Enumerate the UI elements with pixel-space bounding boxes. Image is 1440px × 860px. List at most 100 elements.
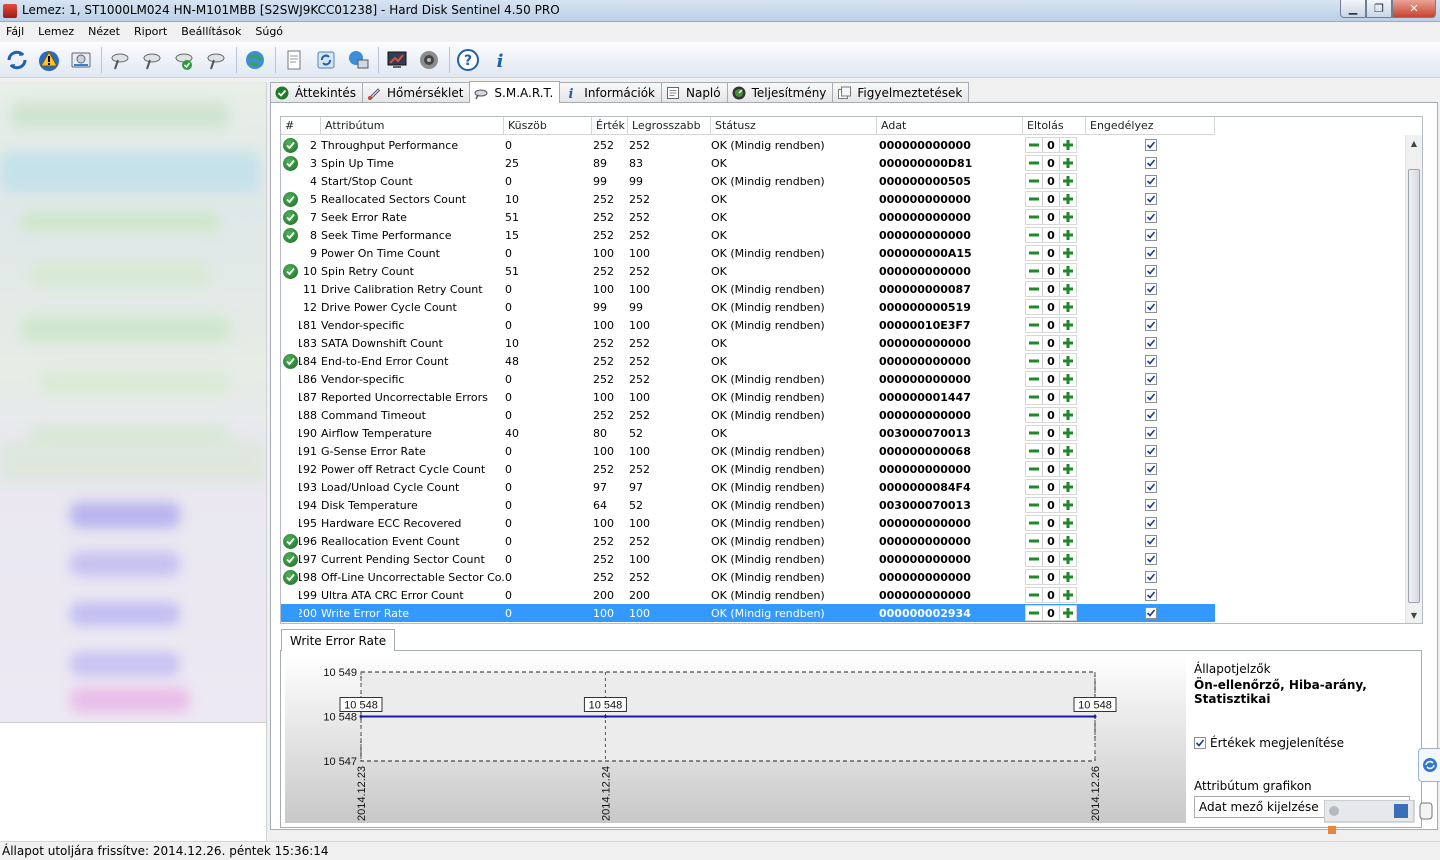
plus-icon[interactable] [1060, 372, 1076, 386]
enabled-checkbox[interactable] [1144, 301, 1157, 313]
minus-icon[interactable] [1026, 498, 1042, 512]
scroll-thumb[interactable] [1408, 169, 1420, 603]
minus-icon[interactable] [1026, 588, 1042, 602]
enabled-checkbox[interactable] [1144, 265, 1157, 277]
plus-icon[interactable] [1060, 408, 1076, 422]
minimize-button[interactable]: ▁ [1340, 0, 1366, 18]
help-button[interactable]: ? [453, 45, 483, 75]
alert-button[interactable] [34, 45, 64, 75]
table-row[interactable]: 183SATA Downshift Count10252252OK0000000… [281, 334, 1215, 352]
offset-stepper[interactable]: 0 [1025, 335, 1077, 351]
col-offset[interactable]: Eltolás [1023, 117, 1086, 135]
offset-value[interactable]: 0 [1042, 462, 1060, 476]
minus-icon[interactable] [1026, 444, 1042, 458]
offset-stepper[interactable]: 0 [1025, 425, 1077, 441]
offset-value[interactable]: 0 [1042, 408, 1060, 422]
plus-icon[interactable] [1060, 552, 1076, 566]
enabled-checkbox[interactable] [1144, 193, 1157, 205]
minus-icon[interactable] [1026, 408, 1042, 422]
disk-tool-button-1[interactable] [105, 45, 135, 75]
offset-value[interactable]: 0 [1042, 534, 1060, 548]
enabled-checkbox[interactable] [1144, 247, 1157, 259]
offset-stepper[interactable]: 0 [1025, 155, 1077, 171]
offset-stepper[interactable]: 0 [1025, 209, 1077, 225]
enabled-checkbox[interactable] [1144, 553, 1157, 565]
minus-icon[interactable] [1026, 210, 1042, 224]
offset-stepper[interactable]: 0 [1025, 299, 1077, 315]
menu-disk[interactable]: Lemez [36, 22, 80, 42]
offset-value[interactable]: 0 [1042, 372, 1060, 386]
chart-tab[interactable]: Write Error Rate [281, 629, 396, 651]
offset-value[interactable]: 0 [1042, 552, 1060, 566]
table-row[interactable]: 193 Load/Unload Cycle Count 0 97 97 OK (Mindi… [281, 478, 1215, 496]
enabled-checkbox[interactable] [1144, 157, 1157, 169]
offset-value[interactable]: 0 [1042, 570, 1060, 584]
enabled-checkbox[interactable] [1144, 607, 1157, 619]
sound-button[interactable] [414, 45, 444, 75]
offset-stepper[interactable]: 0 [1025, 137, 1077, 153]
offset-stepper[interactable]: 0 [1025, 389, 1077, 405]
table-row[interactable]: 10 Spin Retry Count 51 252 252 OK 000000000000… [281, 262, 1215, 280]
offset-stepper[interactable]: 0 [1025, 461, 1077, 477]
plus-icon[interactable] [1060, 210, 1076, 224]
col-value[interactable]: Érték [592, 117, 628, 135]
minus-icon[interactable] [1026, 336, 1042, 350]
minus-icon[interactable] [1026, 300, 1042, 314]
minus-icon[interactable] [1026, 570, 1042, 584]
menu-report[interactable]: Riport [132, 22, 173, 42]
offset-stepper[interactable]: 0 [1025, 173, 1077, 189]
table-row[interactable]: 4 Start/Stop Count 0 99 99 OK (Mindig rendben… [281, 172, 1215, 190]
disk-check-button[interactable] [169, 45, 199, 75]
disk-tool-button-3[interactable] [201, 45, 231, 75]
offset-value[interactable]: 0 [1042, 282, 1060, 296]
enabled-checkbox[interactable] [1144, 463, 1157, 475]
disk-button[interactable] [66, 45, 96, 75]
offset-value[interactable]: 0 [1042, 354, 1060, 368]
offset-stepper[interactable]: 0 [1025, 497, 1077, 513]
col-worst[interactable]: Legrosszabb [628, 117, 711, 135]
table-row[interactable]: 199 Ultra ATA CRC Error Count 0 200 200 OK (M… [281, 586, 1215, 604]
enabled-checkbox[interactable] [1144, 409, 1157, 421]
col-enabled[interactable]: Engedélyez [1086, 117, 1215, 135]
offset-value[interactable]: 0 [1042, 210, 1060, 224]
offset-value[interactable]: 0 [1042, 138, 1060, 152]
offset-stepper[interactable]: 0 [1025, 191, 1077, 207]
enabled-checkbox[interactable] [1144, 481, 1157, 493]
offset-stepper[interactable]: 0 [1025, 605, 1077, 621]
web-button[interactable] [240, 45, 270, 75]
offset-stepper[interactable]: 0 [1025, 227, 1077, 243]
network-button[interactable] [343, 45, 373, 75]
plus-icon[interactable] [1060, 444, 1076, 458]
offset-value[interactable]: 0 [1042, 516, 1060, 530]
offset-value[interactable]: 0 [1042, 588, 1060, 602]
enabled-checkbox[interactable] [1144, 517, 1157, 529]
table-row[interactable]: 194 Disk Temperature 0 64 52 OK (Mindig rendb… [281, 496, 1215, 514]
plus-icon[interactable] [1060, 318, 1076, 332]
offset-value[interactable]: 0 [1042, 390, 1060, 404]
disk-tool-button-2[interactable] [137, 45, 167, 75]
table-row[interactable]: 181 Vendor-specific 0 100 100 OK (Mindig rend… [281, 316, 1215, 334]
enabled-checkbox[interactable] [1144, 139, 1157, 151]
sync-button[interactable] [311, 45, 341, 75]
enabled-checkbox[interactable] [1144, 499, 1157, 511]
col-threshold[interactable]: Küszöb [504, 117, 592, 135]
minus-icon[interactable] [1026, 480, 1042, 494]
table-scrollbar[interactable]: ▲ ▼ [1405, 135, 1422, 623]
minus-icon[interactable] [1026, 552, 1042, 566]
offset-stepper[interactable]: 0 [1025, 569, 1077, 585]
table-row[interactable]: 188 Command Timeout 0 252 252 OK (Mindig rend… [281, 406, 1215, 424]
minus-icon[interactable] [1026, 534, 1042, 548]
offset-value[interactable]: 0 [1042, 300, 1060, 314]
tab-smart[interactable]: S.M.A.R.T. [469, 81, 561, 103]
tab-alerts[interactable]: Figyelmeztetések [832, 82, 970, 103]
table-row[interactable]: 9 Power On Time Count 0 100 100 OK (Mindig re… [281, 244, 1215, 262]
table-row[interactable]: 2 Throughput Performance 0 252 252 OK (Mindig… [281, 136, 1215, 154]
offset-stepper[interactable]: 0 [1025, 371, 1077, 387]
disk-list-panel[interactable] [0, 82, 266, 722]
offset-value[interactable]: 0 [1042, 264, 1060, 278]
offset-stepper[interactable]: 0 [1025, 551, 1077, 567]
enabled-checkbox[interactable] [1144, 445, 1157, 457]
table-row[interactable]: 195 Hardware ECC Recovered 0 100 100 OK (Mind… [281, 514, 1215, 532]
minus-icon[interactable] [1026, 246, 1042, 260]
offset-value[interactable]: 0 [1042, 192, 1060, 206]
